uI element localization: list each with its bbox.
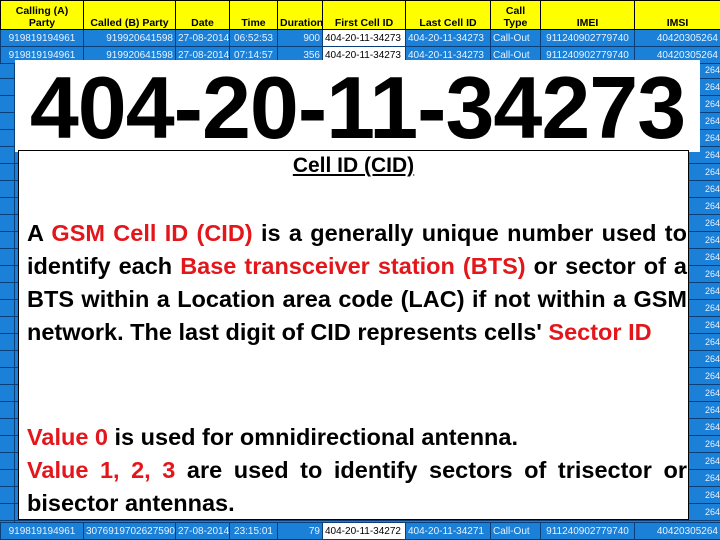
header-time[interactable]: Time [229, 0, 278, 30]
header-first-cell-id[interactable]: First Cell ID [322, 0, 406, 30]
header-last-cell-id[interactable]: Last Cell ID [405, 0, 491, 30]
cell-id-title-box: 404-20-11-34273 [15, 58, 700, 157]
partial-cell: 264 [704, 184, 720, 194]
cell-first-cell-id[interactable]: 404-20-11-34272 [322, 522, 406, 540]
cell-date[interactable]: 27-08-2014 [175, 522, 230, 540]
header-duration[interactable]: Duration [277, 0, 323, 30]
header-calling-party[interactable]: Calling (A) Party [0, 0, 84, 30]
partial-cell: 264 [704, 133, 720, 143]
partial-cell: 264 [704, 456, 720, 466]
cell-imsi[interactable]: 40420305264 [634, 522, 720, 540]
header-row: Calling (A) Party Called (B) Party Date … [0, 0, 720, 30]
partial-cell: 264 [704, 167, 720, 177]
highlight-bts: Base transceiver station (BTS) [180, 253, 526, 279]
partial-cell: 264 [704, 303, 720, 313]
header-called-party[interactable]: Called (B) Party [83, 0, 176, 30]
partial-cell: 264 [704, 388, 720, 398]
header-call-type[interactable]: Call Type [490, 0, 541, 30]
cell-time[interactable]: 23:15:01 [229, 522, 278, 540]
highlight-gsm-cell-id: GSM Cell ID (CID) [51, 220, 253, 246]
partial-cell: 264 [704, 320, 720, 330]
partial-imsi-column: 264 264 264 264 264 264 264 264 264 264 … [702, 62, 720, 521]
cell-imei[interactable]: 911240902779740 [540, 29, 635, 47]
partial-cell: 264 [704, 150, 720, 160]
cell-call-type[interactable]: Call-Out [490, 29, 541, 47]
cell-last-cell-id[interactable]: 404-20-11-34273 [405, 29, 491, 47]
partial-cell: 264 [704, 439, 720, 449]
values-paragraph: Value 0 is used for omnidirectional ante… [27, 421, 687, 520]
partial-cell: 264 [704, 422, 720, 432]
partial-cell: 264 [704, 286, 720, 296]
partial-cell: 264 [704, 65, 720, 75]
cell-duration[interactable]: 900 [277, 29, 323, 47]
cell-imsi[interactable]: 40420305264 [634, 29, 720, 47]
highlight-value-123: Value 1, 2, 3 [27, 457, 176, 483]
cell-first-cell-id[interactable]: 404-20-11-34273 [322, 29, 406, 47]
partial-cell: 264 [704, 490, 720, 500]
partial-cell: 264 [704, 354, 720, 364]
call-records-table-bottom: 919819194961 3076919702627590 27-08-2014… [0, 522, 720, 540]
last-visible-row: 919819194961 3076919702627590 27-08-2014… [0, 522, 720, 540]
cell-last-cell-id[interactable]: 404-20-11-34271 [405, 522, 491, 540]
cell-call-type[interactable]: Call-Out [490, 522, 541, 540]
cell-id-description-box: Cell ID (CID) A GSM Cell ID (CID) is a g… [18, 150, 689, 520]
partial-cell: 264 [704, 371, 720, 381]
highlight-sector-id: Sector ID [548, 319, 652, 345]
cell-called-party[interactable]: 3076919702627590 [83, 522, 176, 540]
description-paragraph: A GSM Cell ID (CID) is a generally uniqu… [27, 217, 687, 349]
spreadsheet-left-column [0, 62, 15, 522]
header-date[interactable]: Date [175, 0, 230, 30]
partial-cell: 264 [704, 201, 720, 211]
highlight-value-0: Value 0 [27, 424, 108, 450]
partial-cell: 264 [704, 473, 720, 483]
cell-date[interactable]: 27-08-2014 [175, 29, 230, 47]
header-imei[interactable]: IMEI [540, 0, 635, 30]
partial-cell: 264 [704, 82, 720, 92]
partial-cell: 264 [704, 99, 720, 109]
cell-calling-party[interactable]: 919819194961 [0, 29, 84, 47]
call-records-table: Calling (A) Party Called (B) Party Date … [0, 0, 720, 64]
table-row: 919819194961 919920641598 27-08-2014 06:… [0, 29, 720, 47]
partial-cell: 264 [704, 235, 720, 245]
text-segment: A [27, 220, 52, 246]
partial-cell: 264 [704, 507, 720, 517]
cell-called-party[interactable]: 919920641598 [83, 29, 176, 47]
spreadsheet: Calling (A) Party Called (B) Party Date … [0, 0, 720, 64]
partial-cell: 264 [704, 405, 720, 415]
cell-imei[interactable]: 911240902779740 [540, 522, 635, 540]
cell-id-big-title: 404-20-11-34273 [29, 58, 686, 157]
partial-cell: 264 [704, 269, 720, 279]
partial-cell: 264 [704, 252, 720, 262]
partial-cell: 264 [704, 337, 720, 347]
cell-time[interactable]: 06:52:53 [229, 29, 278, 47]
description-heading: Cell ID (CID) [292, 154, 415, 177]
table-row: 919819194961 3076919702627590 27-08-2014… [0, 522, 720, 540]
text-segment: is used for omnidirectional antenna. [108, 424, 519, 450]
header-imsi[interactable]: IMSI [634, 0, 720, 30]
cell-duration[interactable]: 79 [277, 522, 323, 540]
cell-calling-party[interactable]: 919819194961 [0, 522, 84, 540]
partial-cell: 264 [704, 218, 720, 228]
partial-cell: 264 [704, 116, 720, 126]
